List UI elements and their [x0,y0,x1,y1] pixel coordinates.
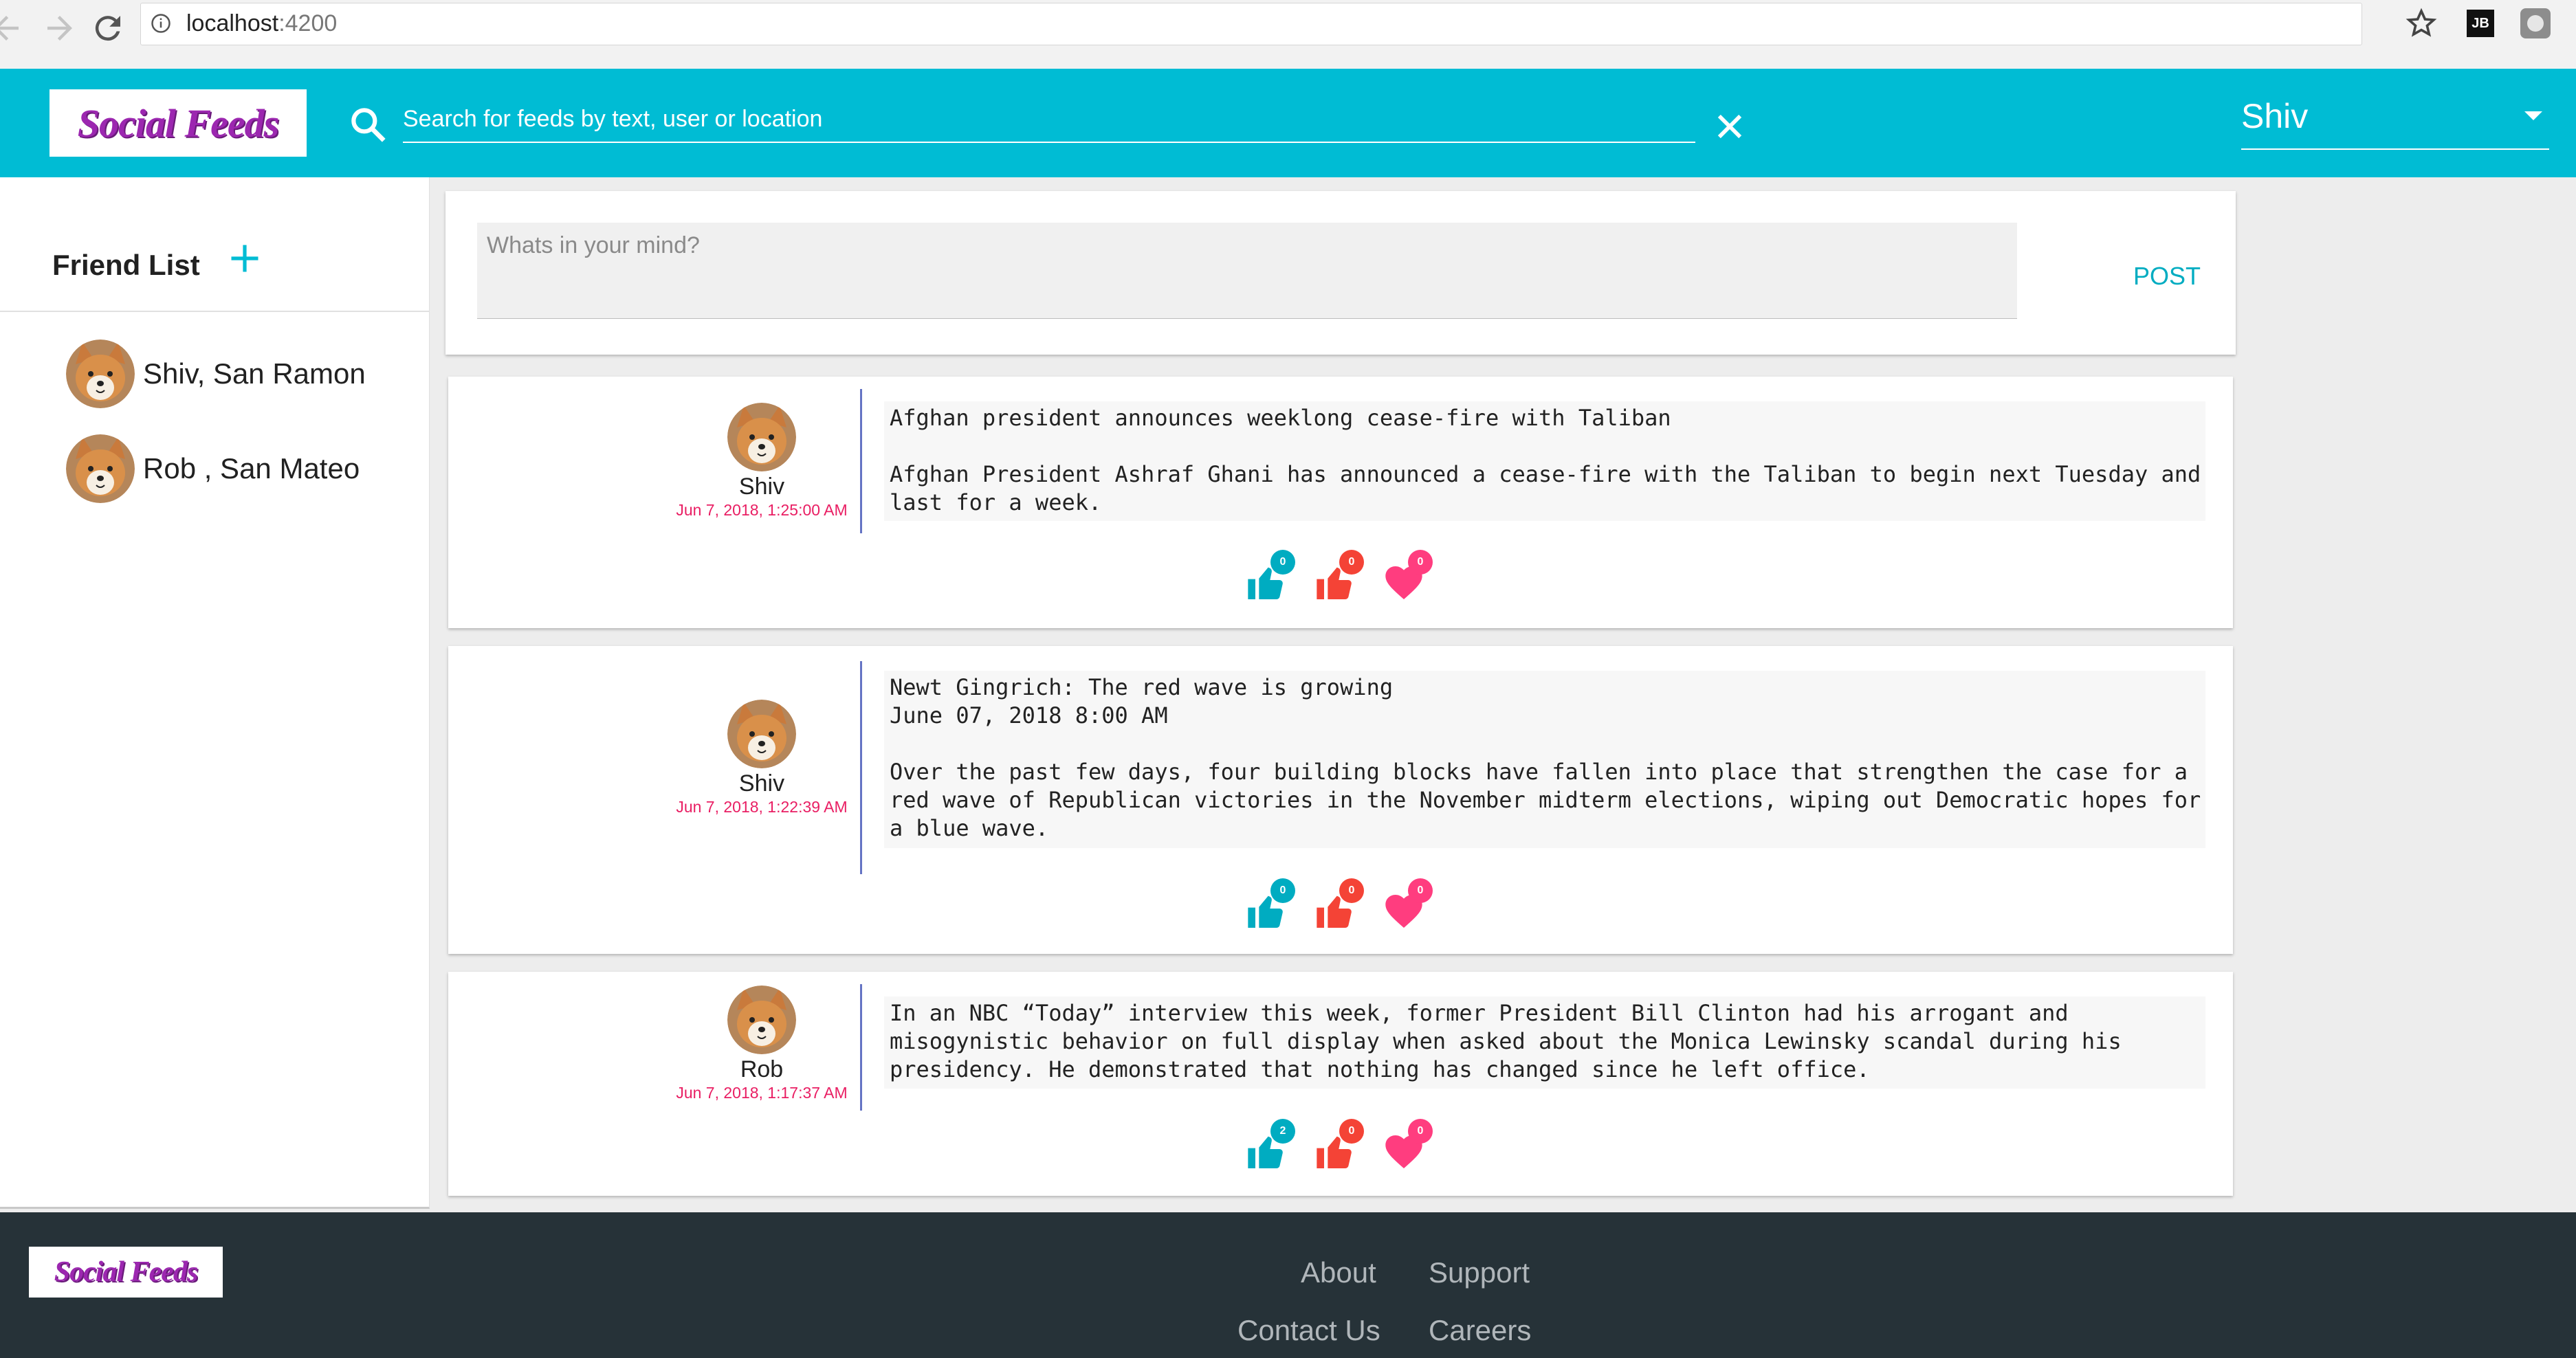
post-timestamp: Jun 7, 2018, 1:17:37 AM [676,1084,848,1102]
like-button[interactable]: 2 [1244,1119,1302,1177]
heart-button[interactable]: 0 [1382,1119,1440,1177]
dislike-button[interactable]: 0 [1313,1119,1371,1177]
friend-list-panel: Friend List Shiv, San Ramon Rob , San Ma… [0,177,430,1209]
feed-card: Rob Jun 7, 2018, 1:17:37 AM In an NBC “T… [448,972,2233,1196]
divider [860,389,862,533]
footer-link-support[interactable]: Support [1429,1256,1530,1289]
avatar [66,340,135,408]
heart-button[interactable]: 0 [1382,550,1440,608]
feed-card: Shiv Jun 7, 2018, 1:22:39 AM Newt Gingri… [448,646,2233,954]
heart-count: 0 [1408,550,1433,575]
like-count: 0 [1270,878,1295,903]
like-button[interactable]: 0 [1244,550,1302,608]
avatar[interactable] [727,700,796,768]
forward-arrow-icon[interactable] [41,10,78,47]
user-dropdown[interactable]: Shiv [2241,91,2549,150]
dislike-button[interactable]: 0 [1313,550,1371,608]
heart-count: 0 [1408,1119,1433,1144]
heart-button[interactable]: 0 [1382,878,1440,936]
search-field [403,96,1695,143]
divider [860,661,862,874]
avatar[interactable] [727,403,796,471]
reaction-bar: 2 0 0 [1244,1119,1451,1177]
address-bar[interactable]: localhost:4200 [140,3,2362,45]
url-text: localhost:4200 [186,10,338,36]
jetbrains-extension-icon[interactable]: JB [2467,10,2494,37]
back-arrow-icon[interactable] [0,10,25,47]
friend-item[interactable]: Shiv, San Ramon [66,340,366,408]
author-name: Shiv [738,474,785,500]
like-count: 0 [1270,550,1295,575]
feed-text: In an NBC “Today” interview this week, f… [884,997,2205,1089]
feed-text: Afghan president announces weeklong ceas… [884,401,2205,521]
reaction-bar: 0 0 0 [1244,878,1451,936]
logo[interactable]: Social Feeds [49,89,307,157]
divider [860,984,862,1111]
search-icon [351,108,386,142]
dislike-button[interactable]: 0 [1313,878,1371,936]
add-friend-plus-icon[interactable] [227,241,263,276]
dislike-count: 0 [1339,1119,1364,1144]
divider [0,311,429,312]
extension-icon[interactable] [2520,8,2551,38]
feed-card: Shiv Jun 7, 2018, 1:25:00 AM Afghan pres… [448,377,2233,628]
dislike-count: 0 [1339,878,1364,903]
info-icon[interactable] [151,13,171,34]
feed-text: Newt Gingrich: The red wave is growing J… [884,671,2205,848]
footer-link-contact-us[interactable]: Contact Us [1237,1314,1380,1347]
close-icon[interactable] [1712,109,1748,144]
dislike-count: 0 [1339,550,1364,575]
post-textarea[interactable] [477,223,2017,319]
author-name: Shiv [738,770,785,797]
post-timestamp: Jun 7, 2018, 1:25:00 AM [676,501,848,519]
current-user: Shiv [2241,97,2309,135]
like-count: 2 [1270,1119,1295,1144]
feed-author: Rob Jun 7, 2018, 1:17:37 AM [624,986,899,1102]
footer-link-careers[interactable]: Careers [1429,1314,1531,1347]
heart-count: 0 [1408,878,1433,903]
chevron-down-icon [2524,111,2542,120]
feed-author: Shiv Jun 7, 2018, 1:22:39 AM [624,700,899,816]
feed-author: Shiv Jun 7, 2018, 1:25:00 AM [624,403,899,520]
footer: Social Feeds About Support Contact Us Ca… [0,1212,2576,1358]
browser-toolbar: localhost:4200 JB [0,0,2576,69]
post-timestamp: Jun 7, 2018, 1:22:39 AM [676,798,848,816]
footer-logo[interactable]: Social Feeds [29,1247,223,1298]
friend-name: Rob , San Mateo [143,452,360,485]
post-composer: POST [445,191,2236,355]
friend-item[interactable]: Rob , San Mateo [66,434,360,503]
bookmark-star-icon[interactable] [2405,7,2438,40]
post-button[interactable]: POST [2098,254,2236,298]
like-button[interactable]: 0 [1244,878,1302,936]
avatar [66,434,135,503]
reaction-bar: 0 0 0 [1244,550,1451,608]
reload-icon[interactable] [89,10,126,47]
author-name: Rob [740,1056,784,1082]
avatar[interactable] [727,986,796,1054]
footer-link-about[interactable]: About [1301,1256,1376,1289]
friend-name: Shiv, San Ramon [143,357,366,390]
search-input[interactable] [403,96,1695,142]
app-header: Social Feeds Shiv [0,69,2576,177]
friend-list-title: Friend List [52,249,200,281]
